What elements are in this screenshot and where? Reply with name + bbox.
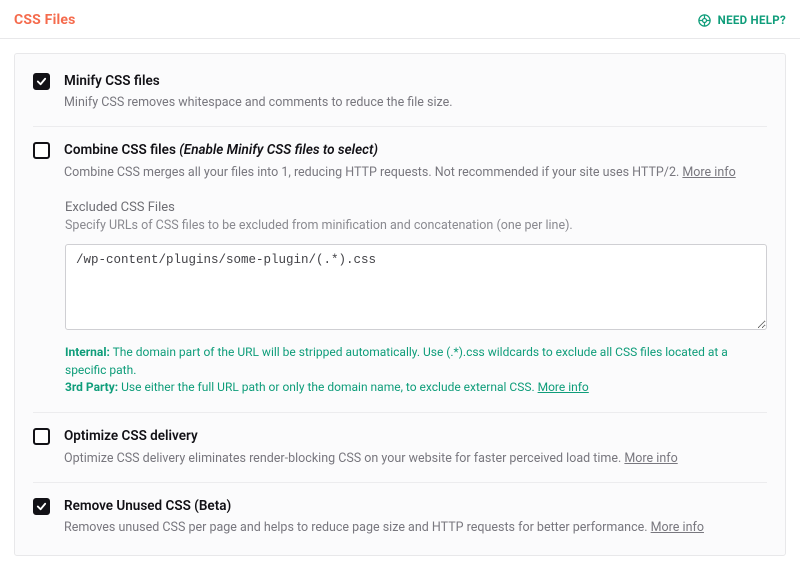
combine-css-title: Combine CSS files (Enable Minify CSS fil… [64, 141, 767, 159]
combine-css-title-note: (Enable Minify CSS files to select) [179, 142, 378, 158]
minify-css-title: Minify CSS files [64, 72, 767, 90]
combine-css-desc-text: Combine CSS merges all your files into 1… [64, 165, 682, 180]
hint-3rd-label: 3rd Party: [65, 380, 118, 394]
hint-internal-label: Internal: [65, 345, 110, 359]
setting-combine-css: Combine CSS files (Enable Minify CSS fil… [15, 127, 785, 195]
help-icon [697, 13, 712, 28]
optimize-css-desc: Optimize CSS delivery eliminates render-… [64, 450, 767, 468]
remove-unused-css-checkbox[interactable] [33, 498, 50, 515]
combine-css-checkbox[interactable] [33, 142, 50, 159]
optimize-css-more-info-link[interactable]: More info [624, 451, 677, 466]
remove-unused-css-desc-text: Removes unused CSS per page and helps to… [64, 520, 651, 535]
excluded-css-hints: Internal: The domain part of the URL wil… [65, 344, 767, 396]
combine-css-desc: Combine CSS merges all your files into 1… [64, 164, 767, 182]
optimize-css-checkbox[interactable] [33, 428, 50, 445]
remove-unused-css-more-info-link[interactable]: More info [651, 520, 704, 535]
combine-css-more-info-link[interactable]: More info [682, 165, 735, 180]
optimize-css-desc-text: Optimize CSS delivery eliminates render-… [64, 451, 624, 466]
minify-css-label-block: Minify CSS files Minify CSS removes whit… [64, 72, 767, 112]
excluded-css-block: Excluded CSS Files Specify URLs of CSS f… [15, 196, 785, 413]
minify-css-desc: Minify CSS removes whitespace and commen… [64, 94, 767, 112]
css-settings-panel: Minify CSS files Minify CSS removes whit… [14, 53, 786, 556]
setting-optimize-css: Optimize CSS delivery Optimize CSS deliv… [15, 413, 785, 481]
remove-unused-css-title: Remove Unused CSS (Beta) [64, 497, 767, 515]
hint-3rd-text: Use either the full URL path or only the… [118, 380, 537, 394]
section-title: CSS Files [14, 12, 76, 28]
excluded-css-hint-3rd-party: 3rd Party: Use either the full URL path … [65, 379, 767, 396]
minify-css-checkbox[interactable] [33, 73, 50, 90]
need-help-label: NEED HELP? [718, 13, 786, 27]
hint-internal-text: The domain part of the URL will be strip… [65, 345, 728, 376]
optimize-css-label-block: Optimize CSS delivery Optimize CSS deliv… [64, 427, 767, 467]
excluded-css-desc: Specify URLs of CSS files to be excluded… [65, 217, 767, 235]
excluded-css-textarea[interactable] [65, 244, 767, 330]
remove-unused-css-label-block: Remove Unused CSS (Beta) Removes unused … [64, 497, 767, 537]
section-header: CSS Files NEED HELP? [0, 0, 800, 39]
need-help-link[interactable]: NEED HELP? [697, 13, 786, 28]
setting-remove-unused-css: Remove Unused CSS (Beta) Removes unused … [15, 483, 785, 551]
combine-css-title-text: Combine CSS files [64, 142, 176, 158]
optimize-css-title: Optimize CSS delivery [64, 427, 767, 445]
setting-minify-css: Minify CSS files Minify CSS removes whit… [15, 58, 785, 126]
excluded-css-hint-internal: Internal: The domain part of the URL wil… [65, 344, 767, 379]
excluded-css-title: Excluded CSS Files [65, 200, 767, 215]
excluded-css-more-info-link[interactable]: More info [538, 380, 589, 394]
combine-css-label-block: Combine CSS files (Enable Minify CSS fil… [64, 141, 767, 181]
remove-unused-css-desc: Removes unused CSS per page and helps to… [64, 519, 767, 537]
